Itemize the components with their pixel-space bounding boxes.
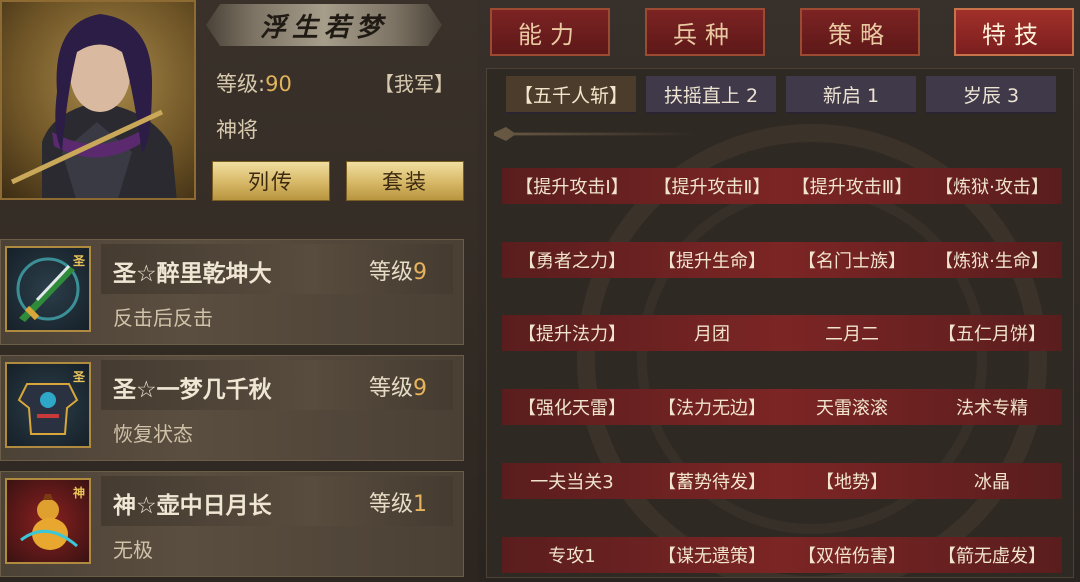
skill-item[interactable]: 【五仁月饼】 bbox=[922, 315, 1062, 351]
equipment-level: 等级9 bbox=[369, 370, 427, 402]
skill-row: 【提升法力】 月团 二月二 【五仁月饼】 bbox=[502, 315, 1062, 351]
subtab-title[interactable]: 【五千人斩】 bbox=[506, 76, 636, 114]
skill-item[interactable]: 【名门士族】 bbox=[782, 242, 922, 278]
skill-item[interactable]: 【提升法力】 bbox=[502, 315, 642, 351]
armor-icon: 圣 bbox=[5, 362, 91, 448]
gourd-icon: 神 bbox=[5, 478, 91, 564]
equipment-card[interactable]: 圣 圣☆一梦几千秋 等级9 恢复状态 bbox=[0, 355, 464, 461]
equipment-level-label: 等级 bbox=[369, 492, 414, 517]
skill-row: 一夫当关3 【蓄势待发】 【地势】 冰晶 bbox=[502, 463, 1062, 499]
level-label: 等级: bbox=[216, 72, 266, 96]
hero-name: 浮生若梦 bbox=[259, 12, 388, 43]
equipment-level-label: 等级 bbox=[369, 260, 414, 285]
subtab-title[interactable]: 扶摇直上 2 bbox=[646, 76, 776, 114]
equipment-level-value: 9 bbox=[413, 260, 428, 285]
skill-item[interactable]: 【勇者之力】 bbox=[502, 242, 642, 278]
skill-item[interactable]: 【谋无遗策】 bbox=[642, 537, 782, 573]
level-value: 90 bbox=[265, 72, 292, 96]
equipment-name: 圣☆一梦几千秋 bbox=[113, 377, 272, 403]
skill-item[interactable]: 【法力无边】 bbox=[642, 389, 782, 425]
equipment-level-value: 9 bbox=[413, 376, 428, 401]
equipment-effect: 无极 bbox=[113, 538, 153, 562]
tab-troop-type[interactable]: 兵种 bbox=[645, 8, 765, 56]
equipment-level: 等级9 bbox=[369, 254, 427, 286]
skill-item[interactable]: 【提升生命】 bbox=[642, 242, 782, 278]
biography-button[interactable]: 列传 bbox=[212, 161, 330, 201]
skill-item[interactable]: 天雷滚滚 bbox=[782, 389, 922, 425]
equipment-name: 圣☆醉里乾坤大 bbox=[113, 261, 272, 287]
tab-special-skill[interactable]: 特技 bbox=[954, 8, 1074, 56]
skill-item[interactable]: 【箭无虚发】 bbox=[922, 537, 1062, 573]
skill-item[interactable]: 二月二 bbox=[782, 315, 922, 351]
skill-item[interactable]: 【蓄势待发】 bbox=[642, 463, 782, 499]
skill-item[interactable]: 【炼狱·攻击】 bbox=[922, 168, 1062, 204]
equipment-level-value: 1 bbox=[413, 492, 428, 517]
skill-item[interactable]: 法术专精 bbox=[922, 389, 1062, 425]
faction-label: 【我军】 bbox=[374, 72, 454, 96]
sword-icon: 圣 bbox=[5, 246, 91, 332]
skill-item[interactable]: 专攻1 bbox=[502, 537, 642, 573]
equipment-grade-badge: 圣 bbox=[72, 370, 85, 384]
equipment-level-label: 等级 bbox=[369, 376, 414, 401]
equipment-card[interactable]: 神 神☆壶中日月长 等级1 无极 bbox=[0, 471, 464, 577]
equipment-grade-badge: 神 bbox=[72, 486, 85, 500]
hero-title: 神将 bbox=[216, 118, 258, 142]
skill-item[interactable]: 【炼狱·生命】 bbox=[922, 242, 1062, 278]
subtab-title[interactable]: 新启 1 bbox=[786, 76, 916, 114]
skill-item[interactable]: 月团 bbox=[642, 315, 782, 351]
skill-item[interactable]: 冰晶 bbox=[922, 463, 1062, 499]
skill-item[interactable]: 【提升攻击Ⅲ】 bbox=[782, 168, 922, 204]
equipment-name: 神☆壶中日月长 bbox=[113, 493, 272, 519]
skill-item[interactable]: 【提升攻击Ⅱ】 bbox=[642, 168, 782, 204]
equipment-level: 等级1 bbox=[369, 486, 427, 518]
hero-level: 等级:90 bbox=[216, 68, 292, 98]
skill-row: 【强化天雷】 【法力无边】 天雷滚滚 法术专精 bbox=[502, 389, 1062, 425]
skill-item[interactable]: 【地势】 bbox=[782, 463, 922, 499]
equipment-grade-badge: 圣 bbox=[72, 254, 85, 268]
equipment-effect: 反击后反击 bbox=[113, 306, 213, 330]
skill-item[interactable]: 【提升攻击Ⅰ】 bbox=[502, 168, 642, 204]
skill-item[interactable]: 【强化天雷】 bbox=[502, 389, 642, 425]
skill-item[interactable]: 【双倍伤害】 bbox=[782, 537, 922, 573]
hero-portrait[interactable] bbox=[0, 0, 196, 200]
tab-ability[interactable]: 能力 bbox=[490, 8, 610, 56]
skill-item[interactable]: 一夫当关3 bbox=[502, 463, 642, 499]
hero-name-banner: 浮生若梦 bbox=[206, 4, 442, 46]
tab-strategy[interactable]: 策略 bbox=[800, 8, 920, 56]
outfit-button[interactable]: 套装 bbox=[346, 161, 464, 201]
skill-row: 【提升攻击Ⅰ】 【提升攻击Ⅱ】 【提升攻击Ⅲ】 【炼狱·攻击】 bbox=[502, 168, 1062, 204]
subtab-title[interactable]: 岁辰 3 bbox=[926, 76, 1056, 114]
equipment-card[interactable]: 圣 圣☆醉里乾坤大 等级9 反击后反击 bbox=[0, 239, 464, 345]
equipment-effect: 恢复状态 bbox=[113, 422, 193, 446]
skill-row: 专攻1 【谋无遗策】 【双倍伤害】 【箭无虚发】 bbox=[502, 537, 1062, 573]
skill-row: 【勇者之力】 【提升生命】 【名门士族】 【炼狱·生命】 bbox=[502, 242, 1062, 278]
